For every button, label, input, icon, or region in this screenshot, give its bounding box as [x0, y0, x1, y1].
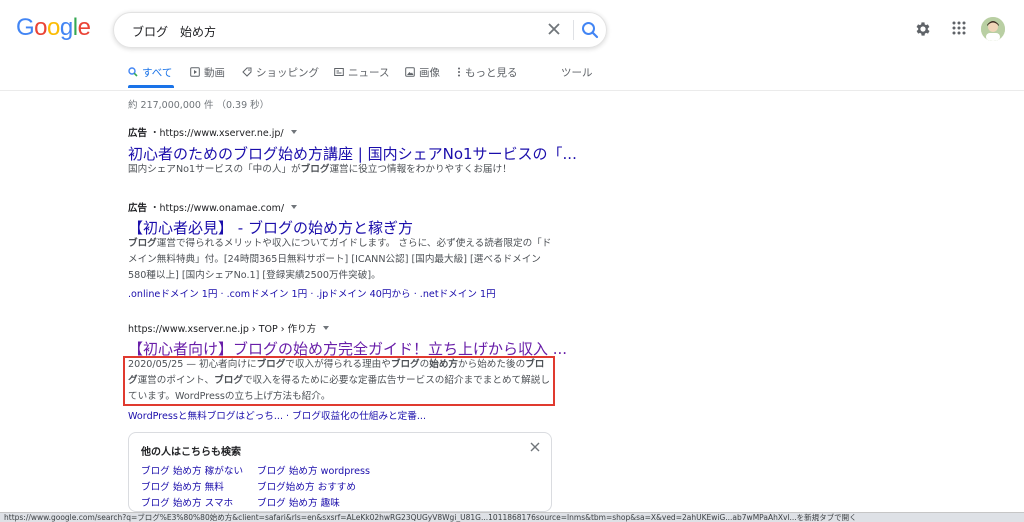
logo-letter: o	[47, 14, 60, 41]
related-search-link[interactable]: ブログ 始め方 無料	[141, 479, 224, 493]
more-vert-icon	[458, 67, 460, 77]
image-icon	[405, 67, 415, 77]
related-searches-box: 他の人はこちらも検索 ブログ 始め方 稼がない ブログ 始め方 wordpres…	[128, 432, 552, 512]
highlight-box	[123, 356, 555, 406]
header-bar: Google ブログ 始め方 すべて 動画 ショッピング ニュース 画像 もっと…	[0, 0, 1024, 91]
related-search-link[interactable]: ブログ 始め方 wordpress	[257, 463, 370, 477]
tab-videos[interactable]: 動画	[190, 63, 225, 81]
google-logo[interactable]: Google	[16, 14, 91, 42]
sitelink[interactable]: ブログ収益化の仕組みと定番...	[292, 411, 426, 422]
result-snippet-2: ブログ運営で得られるメリットや収入についてガイドします。 さらに、必ず使える読者…	[128, 238, 552, 281]
video-icon	[190, 67, 200, 77]
sitelink[interactable]: .onlineドメイン 1円	[128, 289, 217, 300]
tab-label: 画像	[419, 66, 440, 79]
close-icon[interactable]	[529, 441, 541, 453]
result-title-1[interactable]: 初心者のためのブログ始め方講座 | 国内シェアNo1サービスの「...	[128, 143, 577, 164]
tab-tools[interactable]: ツール	[561, 63, 593, 81]
close-icon[interactable]	[544, 19, 564, 39]
caret-down-icon[interactable]	[290, 130, 297, 134]
tab-label: すべて	[142, 66, 173, 79]
tab-images[interactable]: 画像	[405, 63, 440, 81]
related-search-link[interactable]: ブログ始め方 おすすめ	[257, 479, 356, 493]
avatar-image	[981, 17, 1005, 41]
news-icon	[334, 68, 344, 76]
result-sitelinks-2: .onlineドメイン 1円 · .comドメイン 1円 · .jpドメイン 4…	[128, 289, 496, 300]
logo-letter: o	[34, 14, 48, 41]
apps-grid-icon[interactable]	[952, 21, 966, 35]
result-stats: 約 217,000,000 件 （0.39 秒）	[128, 100, 270, 111]
search-divider	[573, 20, 574, 40]
result-url-line: 広告 ・https://www.xserver.ne.jp/	[128, 125, 297, 139]
tab-label: 動画	[204, 66, 225, 79]
tag-icon	[242, 67, 252, 77]
sitelink[interactable]: .jpドメイン 40円から	[316, 289, 410, 300]
sitelink[interactable]: WordPressと無料ブログはどっち...	[128, 411, 283, 422]
tab-label: ツール	[561, 66, 593, 79]
tab-all[interactable]: すべて	[128, 63, 172, 81]
logo-letter: G	[16, 14, 35, 41]
active-tab-indicator	[128, 85, 174, 88]
logo-letter: e	[77, 14, 91, 41]
sitelink[interactable]: .comドメイン 1円	[227, 289, 308, 300]
logo-letter: g	[59, 14, 73, 41]
gear-icon[interactable]	[914, 20, 932, 38]
result-snippet-1: 国内シェアNo1サービスの「中の人」がブログ運営に役立つ情報をわかりやすくお届け…	[128, 164, 512, 175]
caret-down-icon[interactable]	[291, 205, 298, 209]
tab-more[interactable]: もっと見る	[457, 63, 518, 81]
search-icon[interactable]	[579, 19, 601, 41]
sitelink[interactable]: .netドメイン 1円	[420, 289, 496, 300]
tab-label: もっと見る	[465, 66, 518, 79]
result-url[interactable]: ・https://www.onamae.com/	[150, 200, 284, 214]
result-url[interactable]: https://www.xserver.ne.jp › TOP › 作り方	[128, 321, 316, 335]
ad-label: 広告	[128, 128, 148, 139]
search-input[interactable]	[130, 20, 534, 42]
result-url-line: 広告 ・https://www.onamae.com/	[128, 200, 298, 214]
related-search-link[interactable]: ブログ 始め方 稼がない	[141, 463, 243, 477]
status-bar-url: https://www.google.com/search?q=ブログ%E3%8…	[0, 512, 1024, 522]
result-sitelinks-3: WordPressと無料ブログはどっち... · ブログ収益化の仕組みと定番..…	[128, 411, 427, 422]
tab-news[interactable]: ニュース	[334, 63, 389, 81]
result-url[interactable]: ・https://www.xserver.ne.jp/	[150, 125, 284, 139]
related-searches-title: 他の人はこちらも検索	[141, 447, 241, 458]
tab-label: ショッピング	[256, 66, 319, 79]
related-search-link[interactable]: ブログ 始め方 趣味	[257, 495, 340, 509]
related-search-link[interactable]: ブログ 始め方 スマホ	[141, 495, 233, 509]
result-url-line: https://www.xserver.ne.jp › TOP › 作り方	[128, 321, 330, 335]
caret-down-icon[interactable]	[323, 326, 330, 330]
result-title-2[interactable]: 【初心者必見】 - ブログの始め方と稼ぎ方	[128, 217, 413, 238]
tab-shopping[interactable]: ショッピング	[242, 63, 319, 81]
avatar[interactable]	[981, 17, 1005, 41]
ad-label: 広告	[128, 203, 148, 214]
search-box[interactable]	[113, 12, 607, 48]
search-icon	[128, 67, 138, 77]
tab-label: ニュース	[348, 66, 390, 79]
